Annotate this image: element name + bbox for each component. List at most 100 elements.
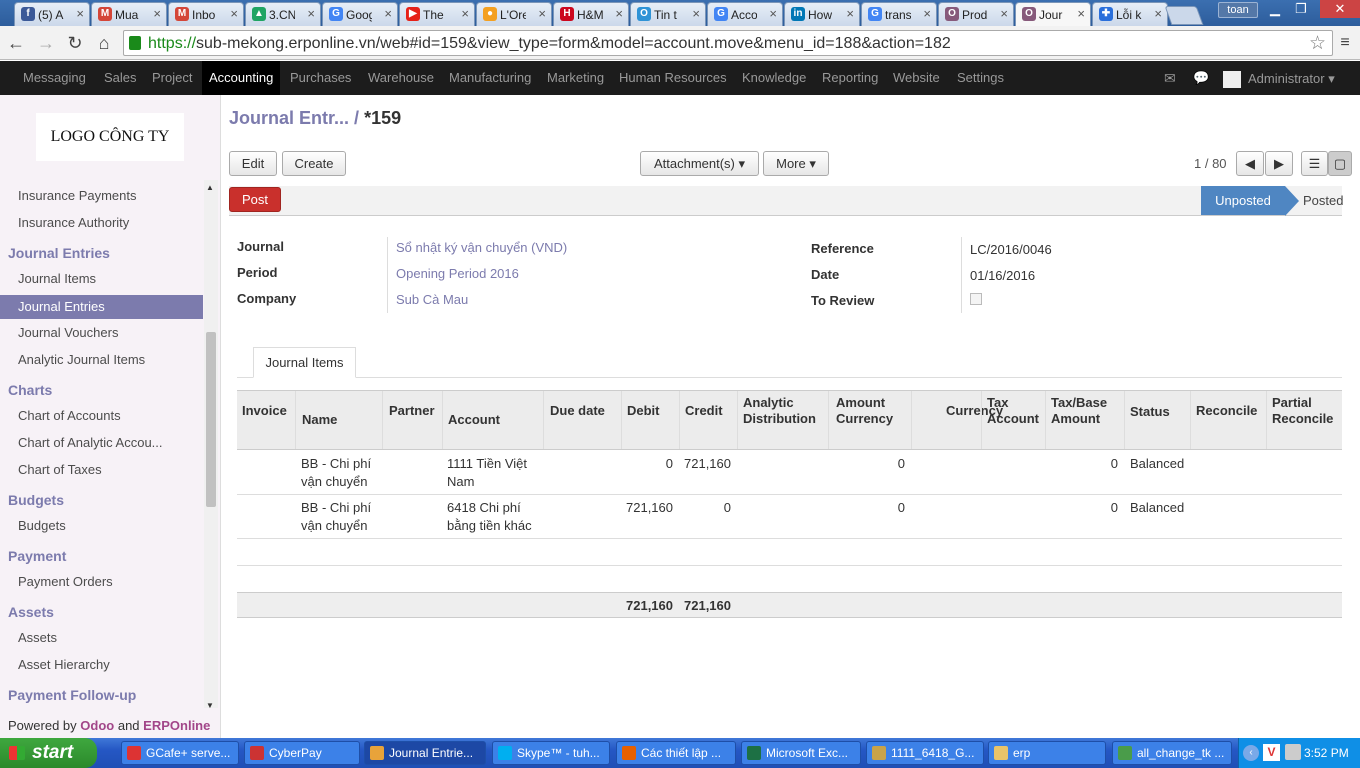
tab-close-icon[interactable]: ×	[153, 6, 161, 21]
browser-tab[interactable]: G Acco ×	[707, 2, 783, 26]
sidebar-item[interactable]: Budgets	[18, 518, 66, 533]
column-header[interactable]: Amount Currency	[836, 395, 911, 427]
tab-close-icon[interactable]: ×	[846, 6, 854, 21]
tab-close-icon[interactable]: ×	[923, 6, 931, 21]
topmenu-item[interactable]: Project	[145, 61, 199, 95]
reload-icon[interactable]: ↻	[64, 32, 86, 54]
erponline-link[interactable]: ERPOnline	[143, 718, 210, 733]
tab-close-icon[interactable]: ×	[538, 6, 546, 21]
browser-tab[interactable]: in How ×	[784, 2, 860, 26]
sidebar-scroll-thumb[interactable]	[206, 332, 216, 507]
sidebar-item[interactable]: Payment Orders	[18, 574, 113, 589]
topmenu-item[interactable]: Manufacturing	[442, 61, 538, 95]
tab-close-icon[interactable]: ×	[692, 6, 700, 21]
tab-close-icon[interactable]: ×	[615, 6, 623, 21]
edit-button[interactable]: Edit	[229, 151, 277, 176]
column-header[interactable]: Reconcile	[1196, 403, 1266, 419]
tab-journal-items[interactable]: Journal Items	[253, 347, 356, 378]
tray-expand-icon[interactable]: ‹	[1243, 745, 1259, 761]
company-value[interactable]: Sub Cà Mau	[396, 292, 468, 307]
form-view-icon[interactable]: ▢	[1328, 151, 1352, 176]
browser-tab[interactable]: ▶ The ×	[399, 2, 475, 26]
close-window-icon[interactable]: ✕	[1320, 0, 1360, 18]
list-view-icon[interactable]: ☰	[1301, 151, 1328, 176]
tray-network-icon[interactable]	[1285, 744, 1301, 760]
user-menu[interactable]: Administrator ▾	[1248, 71, 1335, 87]
taskbar-item[interactable]: Skype™ - tuh...	[492, 741, 610, 765]
topmenu-item[interactable]: Sales	[97, 61, 144, 95]
tab-close-icon[interactable]: ×	[1154, 6, 1162, 21]
tray-app-icon[interactable]: V	[1263, 744, 1280, 761]
topmenu-item[interactable]: Messaging	[16, 61, 93, 95]
browser-tab[interactable]: ●L'Ore ×	[476, 2, 552, 26]
tab-close-icon[interactable]: ×	[1000, 6, 1008, 21]
minimize-icon[interactable]: ▁	[1262, 0, 1288, 18]
column-header[interactable]: Due date	[550, 403, 625, 419]
address-bar[interactable]: https://sub-mekong.erponline.vn/web#id=1…	[123, 30, 1333, 56]
sidebar-item[interactable]: Insurance Payments	[18, 188, 137, 203]
taskbar-item[interactable]: all_change_tk ...	[1112, 741, 1232, 765]
scroll-down-icon[interactable]: ▼	[206, 701, 214, 710]
column-header[interactable]: Credit	[685, 403, 735, 419]
avatar[interactable]	[1223, 71, 1241, 88]
more-button[interactable]: More ▾	[763, 151, 829, 176]
post-button[interactable]: Post	[229, 187, 281, 212]
sidebar-item[interactable]: Insurance Authority	[18, 215, 129, 230]
taskbar-item[interactable]: erp	[988, 741, 1106, 765]
pager-value[interactable]: 1 / 80	[1194, 156, 1227, 171]
forward-icon[interactable]: →	[35, 32, 57, 54]
column-header[interactable]: Name	[302, 412, 382, 428]
browser-tab[interactable]: M Mua ×	[91, 2, 167, 26]
maximize-icon[interactable]: ❐	[1288, 0, 1314, 18]
taskbar-item[interactable]: GCafe+ serve...	[121, 741, 239, 765]
taskbar-item[interactable]: 1111_6418_G...	[866, 741, 984, 765]
tab-close-icon[interactable]: ×	[307, 6, 315, 21]
topmenu-item[interactable]: Purchases	[283, 61, 358, 95]
taskbar-item[interactable]: Journal Entrie...	[364, 741, 486, 765]
tab-close-icon[interactable]: ×	[76, 6, 84, 21]
topmenu-item[interactable]: Settings	[950, 61, 1011, 95]
column-header[interactable]: Invoice	[242, 403, 297, 419]
new-tab-button[interactable]	[1164, 6, 1204, 25]
browser-tab[interactable]: H H&M ×	[553, 2, 629, 26]
browser-user-badge[interactable]: toan	[1218, 2, 1258, 18]
clock[interactable]: 3:52 PM	[1304, 746, 1349, 760]
journal-value[interactable]: Sổ nhật ký vận chuyển (VND)	[396, 240, 567, 255]
column-header[interactable]: Tax Account	[987, 395, 1047, 427]
topmenu-item[interactable]: Knowledge	[735, 61, 813, 95]
mail-icon[interactable]: ✉	[1164, 70, 1176, 87]
browser-tab[interactable]: O Prod ×	[938, 2, 1014, 26]
create-button[interactable]: Create	[282, 151, 346, 176]
column-header[interactable]: Status	[1130, 404, 1190, 420]
column-header[interactable]: Tax/Base Amount	[1051, 395, 1126, 427]
column-header[interactable]: Partial Reconcile	[1272, 395, 1342, 427]
tab-close-icon[interactable]: ×	[461, 6, 469, 21]
odoo-link[interactable]: Odoo	[80, 718, 114, 733]
taskbar-item[interactable]: CyberPay	[244, 741, 360, 765]
topmenu-item[interactable]: Human Resources	[612, 61, 734, 95]
tab-close-icon[interactable]: ×	[230, 6, 238, 21]
to-review-checkbox[interactable]	[970, 293, 982, 305]
attachments-button[interactable]: Attachment(s) ▾	[640, 151, 759, 176]
sidebar-item[interactable]: Asset Hierarchy	[18, 657, 110, 672]
taskbar-item[interactable]: Các thiết lập ...	[616, 741, 736, 765]
browser-tab[interactable]: GGoog ×	[322, 2, 398, 26]
home-icon[interactable]: ⌂	[93, 32, 115, 54]
browser-tab[interactable]: O Tin t ×	[630, 2, 706, 26]
browser-tab[interactable]: f (5) A ×	[14, 2, 90, 26]
bookmark-star-icon[interactable]: ☆	[1309, 32, 1326, 55]
topmenu-item[interactable]: Website	[886, 61, 947, 95]
sidebar-item[interactable]: Journal Vouchers	[18, 325, 118, 340]
topmenu-item[interactable]: Accounting	[202, 61, 281, 95]
tab-close-icon[interactable]: ×	[1077, 6, 1085, 21]
topmenu-item[interactable]: Marketing	[540, 61, 611, 95]
sidebar-item[interactable]: Chart of Taxes	[18, 462, 102, 477]
tab-close-icon[interactable]: ×	[384, 6, 392, 21]
topmenu-item[interactable]: Warehouse	[361, 61, 441, 95]
taskbar-item[interactable]: Microsoft Exc...	[741, 741, 861, 765]
column-header[interactable]: Debit	[627, 403, 677, 419]
sidebar-item[interactable]: Journal Entries	[0, 295, 203, 319]
browser-tab[interactable]: O Jour ×	[1015, 2, 1091, 27]
column-header[interactable]: Analytic Distribution	[743, 395, 829, 427]
pager-next-icon[interactable]: ▶	[1265, 151, 1293, 176]
